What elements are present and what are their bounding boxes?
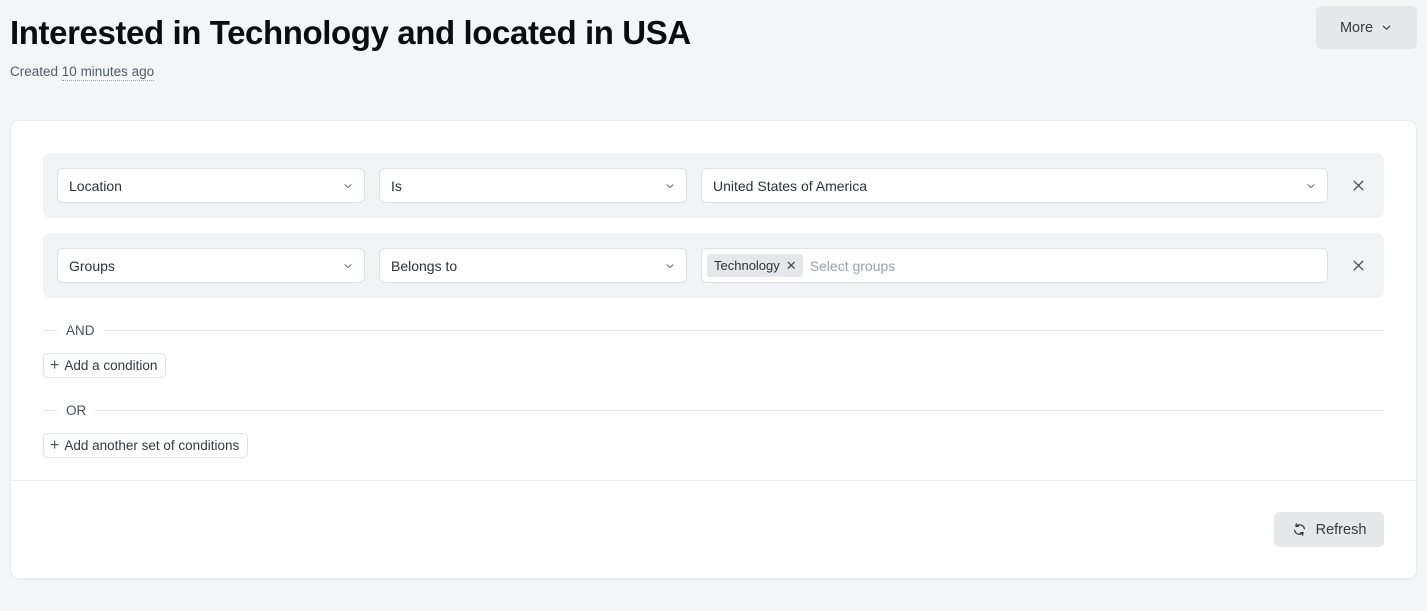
chevron-down-icon: [342, 180, 354, 192]
add-condition-group-label: Add another set of conditions: [64, 438, 240, 453]
condition-operator-value: Belongs to: [391, 257, 458, 274]
card-body: Location Is United States of America Gro…: [11, 121, 1416, 480]
created-timestamp: Created 10 minutes ago: [10, 63, 1417, 81]
chevron-down-icon: [342, 260, 354, 272]
created-label: Created: [10, 64, 59, 79]
condition-row: Groups Belongs to Technology ✕ Select gr…: [43, 233, 1384, 298]
plus-icon: +: [50, 436, 60, 454]
or-divider-label: OR: [66, 402, 87, 418]
condition-subject-select[interactable]: Groups: [57, 248, 365, 283]
close-icon[interactable]: ✕: [786, 259, 797, 272]
condition-operator-select[interactable]: Belongs to: [379, 248, 687, 283]
condition-operator-value: Is: [391, 177, 402, 194]
tag-chip-label: Technology: [714, 258, 780, 273]
and-divider-label: AND: [66, 322, 95, 338]
condition-groups-tag-input[interactable]: Technology ✕ Select groups: [701, 248, 1328, 283]
created-relative-time[interactable]: 10 minutes ago: [61, 64, 155, 81]
chevron-down-icon: [664, 260, 676, 272]
close-icon: [1351, 178, 1366, 193]
chevron-down-icon: [1305, 180, 1317, 192]
more-button[interactable]: More: [1316, 6, 1417, 49]
condition-subject-value: Location: [69, 177, 122, 194]
divider-line: [103, 329, 1384, 331]
more-button-label: More: [1339, 19, 1374, 36]
plus-icon: +: [50, 356, 60, 374]
divider-line: [95, 409, 1384, 411]
segment-conditions-card: Location Is United States of America Gro…: [10, 120, 1417, 579]
add-condition-group-button[interactable]: + Add another set of conditions: [43, 433, 249, 458]
chevron-down-icon: [1380, 21, 1393, 34]
refresh-button[interactable]: Refresh: [1274, 512, 1384, 547]
page-title: Interested in Technology and located in …: [10, 14, 691, 51]
and-divider: AND: [43, 320, 1384, 340]
close-icon: [1351, 258, 1366, 273]
condition-operator-select[interactable]: Is: [379, 168, 687, 203]
refresh-icon: [1292, 522, 1307, 537]
divider-stub: [43, 409, 57, 411]
condition-value-text: United States of America: [713, 177, 868, 194]
condition-row: Location Is United States of America: [43, 153, 1384, 218]
tag-chip: Technology ✕: [707, 254, 803, 277]
add-condition-label: Add a condition: [64, 358, 158, 373]
refresh-button-label: Refresh: [1315, 521, 1367, 538]
divider-stub: [43, 329, 57, 331]
condition-subject-select[interactable]: Location: [57, 168, 365, 203]
page-header: Interested in Technology and located in …: [0, 0, 1427, 120]
remove-condition-button[interactable]: [1344, 252, 1372, 280]
condition-subject-value: Groups: [69, 257, 115, 274]
add-condition-button[interactable]: + Add a condition: [43, 353, 167, 378]
tag-input-placeholder: Select groups: [809, 257, 896, 274]
card-footer: Refresh: [11, 480, 1416, 578]
chevron-down-icon: [664, 180, 676, 192]
condition-value-select[interactable]: United States of America: [701, 168, 1328, 203]
or-divider: OR: [43, 400, 1384, 420]
remove-condition-button[interactable]: [1344, 172, 1372, 200]
